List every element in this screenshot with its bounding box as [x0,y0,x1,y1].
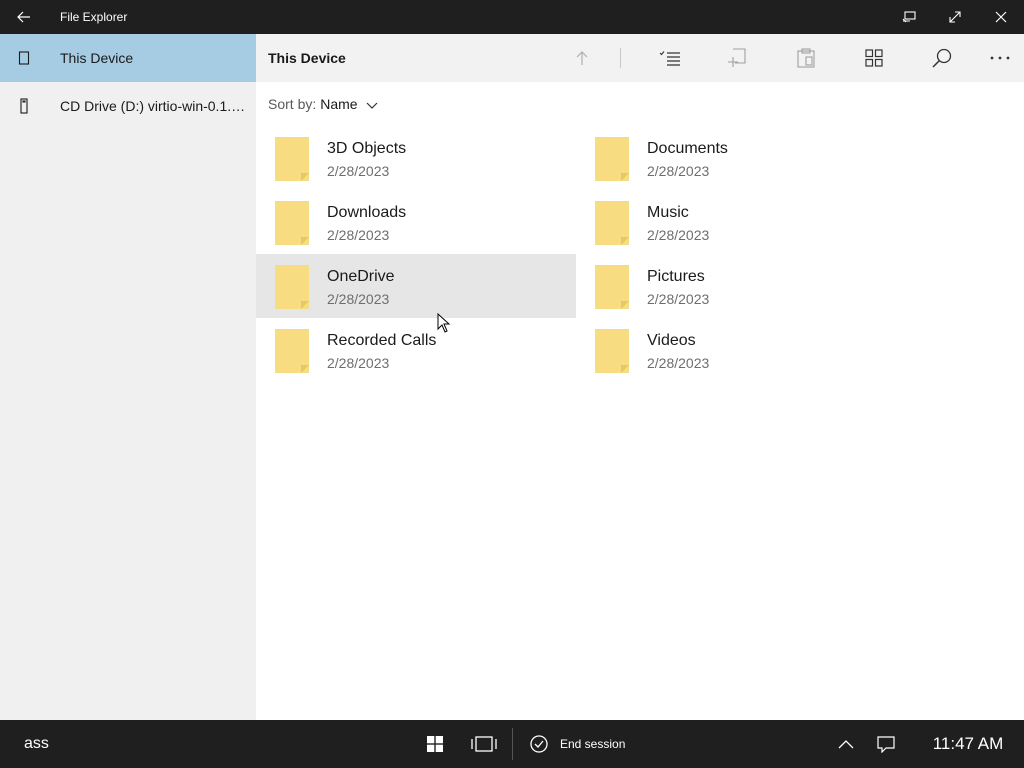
select-button[interactable] [650,38,690,78]
item-name: Videos [647,332,696,349]
folder-icon [275,201,309,245]
folder-icon [275,137,309,181]
device-icon [14,48,34,68]
more-options-button[interactable] [980,38,1020,78]
paste-button[interactable] [786,38,826,78]
folder-icon [275,265,309,309]
back-button[interactable] [8,0,40,34]
item-date: 2/28/2023 [647,355,710,371]
item-date: 2/28/2023 [647,227,710,243]
folder-item[interactable]: 3D Objects 2/28/2023 [256,126,576,190]
sidebar-item-label: This Device [60,50,134,66]
folder-item[interactable]: Downloads 2/28/2023 [256,190,576,254]
toolbar-separator [620,48,621,68]
item-date: 2/28/2023 [647,291,710,307]
toolbar: This Device [256,34,1024,82]
new-item-icon [728,48,746,67]
folder-item[interactable]: Videos 2/28/2023 [576,318,896,382]
sort-label: Sort by: [268,96,317,112]
checklist-icon [659,51,680,66]
folder-icon [595,265,629,309]
folder-icon [595,329,629,373]
view-button[interactable] [854,38,894,78]
close-icon [995,11,1007,23]
taskbar-search-text[interactable]: ass [24,720,49,768]
item-name: OneDrive [327,268,395,285]
folder-icon [595,137,629,181]
item-name: Recorded Calls [327,332,437,349]
action-center-button[interactable] [870,720,902,768]
show-hidden-icons-button[interactable] [832,720,860,768]
sidebar-item-this-device[interactable]: This Device [0,34,256,82]
maximize-button[interactable] [932,0,978,34]
up-arrow-icon [576,51,588,65]
end-session-label: End session [560,737,626,751]
chevron-up-icon [838,740,854,749]
item-name: Pictures [647,268,705,285]
window-title: File Explorer [60,10,128,24]
windows-icon [427,736,443,752]
sort-control[interactable]: Sort by: Name [268,92,378,116]
end-session-button[interactable]: End session [530,720,625,768]
search-button[interactable] [922,38,962,78]
more-icon [990,56,1010,60]
item-name: Documents [647,140,728,157]
folder-item[interactable]: OneDrive 2/28/2023 [256,254,576,318]
mouse-cursor-icon [437,313,451,333]
item-name: Downloads [327,204,407,221]
close-button[interactable] [978,0,1024,34]
start-button[interactable] [420,720,450,768]
folder-icon [595,201,629,245]
item-date: 2/28/2023 [327,291,390,307]
cast-icon [902,11,916,23]
expand-icon [949,11,961,23]
title-bar: File Explorer [0,0,1024,34]
grid-view-icon [865,49,883,67]
folder-item[interactable]: Recorded Calls 2/28/2023 [256,318,576,382]
taskbar-clock[interactable]: 11:47 AM [920,720,1016,768]
notification-icon [877,736,895,753]
folder-icon [275,329,309,373]
item-date: 2/28/2023 [327,163,390,179]
check-circle-icon [530,735,548,753]
back-arrow-icon [17,11,30,23]
folder-item[interactable]: Pictures 2/28/2023 [576,254,896,318]
item-date: 2/28/2023 [327,227,390,243]
task-view-icon [471,736,497,752]
chevron-down-icon [366,93,378,117]
location-title: This Device [268,50,346,66]
item-date: 2/28/2023 [327,355,390,371]
item-date: 2/28/2023 [647,163,710,179]
task-view-button[interactable] [466,720,502,768]
taskbar-separator [512,728,513,760]
new-folder-button[interactable] [718,38,758,78]
folder-item[interactable]: Music 2/28/2023 [576,190,896,254]
sort-value: Name [320,96,358,112]
sidebar: This Device CD Drive (D:) virtio-win-0.1… [0,34,256,720]
drive-icon [14,96,34,116]
taskbar: ass End session 11:47 AM [0,720,1024,768]
sidebar-item-label: CD Drive (D:) virtio-win-0.1.229 [60,98,246,114]
up-button[interactable] [562,38,602,78]
paste-icon [797,48,815,68]
item-name: Music [647,204,689,221]
folder-item[interactable]: Documents 2/28/2023 [576,126,896,190]
sidebar-item-cd-drive[interactable]: CD Drive (D:) virtio-win-0.1.229 [0,82,256,130]
cast-button[interactable] [886,0,932,34]
item-name: 3D Objects [327,140,407,157]
search-icon [932,48,952,68]
